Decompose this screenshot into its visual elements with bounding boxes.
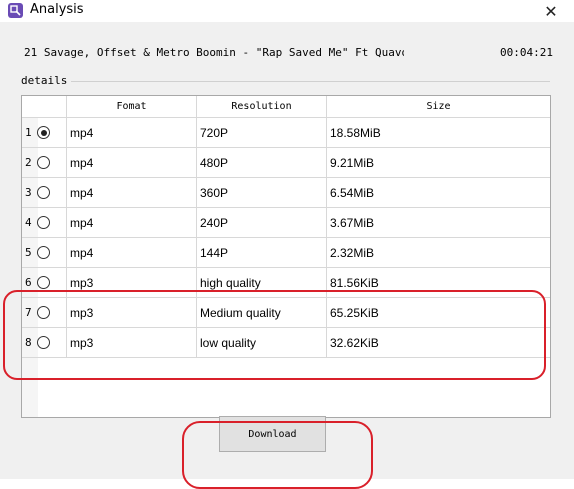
- cell-resolution: 480P: [197, 148, 327, 178]
- table-row[interactable]: 2 mp4 480P 9.21MiB: [22, 148, 550, 178]
- media-title: 21 Savage, Offset & Metro Boomin - "Rap …: [24, 46, 404, 59]
- cell-size: 6.54MiB: [327, 178, 550, 208]
- cell-resolution: 144P: [197, 238, 327, 268]
- annotation-highlight-mp3-rows: [3, 290, 546, 380]
- cell-size: 9.21MiB: [327, 148, 550, 178]
- row-radio-button[interactable]: [37, 156, 50, 169]
- table-row[interactable]: 5 mp4 144P 2.32MiB: [22, 238, 550, 268]
- media-duration: 00:04:21: [500, 46, 553, 59]
- table-row[interactable]: 4 mp4 240P 3.67MiB: [22, 208, 550, 238]
- row-number: 5: [25, 246, 32, 259]
- dialog-client-area: 21 Savage, Offset & Metro Boomin - "Rap …: [0, 22, 574, 489]
- details-group-label: details: [21, 74, 72, 87]
- row-radio-button[interactable]: [37, 186, 50, 199]
- cell-resolution: 720P: [197, 118, 327, 148]
- row-select-cell: 2: [22, 148, 67, 178]
- cell-format: mp4: [67, 238, 197, 268]
- app-icon: [8, 3, 23, 18]
- row-number: 3: [25, 186, 32, 199]
- cell-size: 3.67MiB: [327, 208, 550, 238]
- row-radio-button[interactable]: [37, 126, 50, 139]
- cell-size: 2.32MiB: [327, 238, 550, 268]
- header-select-column: [22, 96, 67, 118]
- close-icon[interactable]: ✕: [528, 0, 574, 22]
- row-select-cell: 3: [22, 178, 67, 208]
- table-row[interactable]: 1 mp4 720P 18.58MiB: [22, 118, 550, 148]
- title-bar: Analysis ✕: [0, 0, 574, 22]
- group-divider: [70, 81, 550, 82]
- table-header: Fomat Resolution Size: [22, 96, 550, 118]
- header-size[interactable]: Size: [327, 96, 550, 118]
- row-radio-button[interactable]: [37, 246, 50, 259]
- cell-format: mp4: [67, 208, 197, 238]
- cell-resolution: 240P: [197, 208, 327, 238]
- row-select-cell: 5: [22, 238, 67, 268]
- row-select-cell: 1: [22, 118, 67, 148]
- row-number: 2: [25, 156, 32, 169]
- cell-resolution: 360P: [197, 178, 327, 208]
- cell-size: 18.58MiB: [327, 118, 550, 148]
- row-select-cell: 4: [22, 208, 67, 238]
- row-number: 1: [25, 126, 32, 139]
- row-radio-button[interactable]: [37, 276, 50, 289]
- header-resolution[interactable]: Resolution: [197, 96, 327, 118]
- cell-format: mp4: [67, 178, 197, 208]
- cell-format: mp4: [67, 148, 197, 178]
- cell-format: mp4: [67, 118, 197, 148]
- window-title: Analysis: [30, 2, 84, 17]
- row-number: 4: [25, 216, 32, 229]
- table-row[interactable]: 3 mp4 360P 6.54MiB: [22, 178, 550, 208]
- row-radio-button[interactable]: [37, 216, 50, 229]
- header-format[interactable]: Fomat: [67, 96, 197, 118]
